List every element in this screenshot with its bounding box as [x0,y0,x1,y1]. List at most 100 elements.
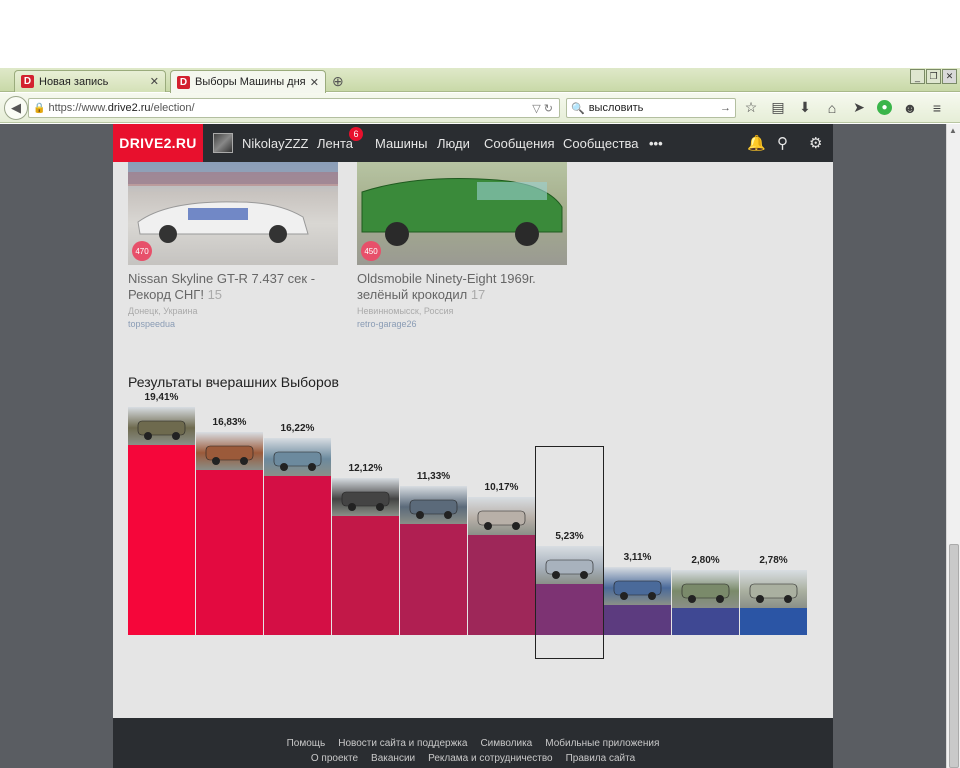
tab-label: Выборы Машины дня [195,76,306,88]
bar-percent-label: 16,22% [280,423,315,435]
download-icon[interactable]: ⬇ [796,99,814,116]
username-link[interactable]: NikolayZZZ [242,136,308,151]
car-owner-link[interactable]: topspeedua [128,319,338,329]
bar-percent-label: 10,17% [484,482,519,494]
result-bar[interactable]: 10,17% [468,399,535,639]
dropdown-reload-icon[interactable]: ▽ ↻ [532,102,553,115]
nav-cars[interactable]: Машины [375,136,427,151]
result-bar[interactable]: 12,12% [332,399,399,639]
extension-icon[interactable]: ● [877,100,892,115]
user-avatar[interactable] [213,133,233,153]
close-tab-icon[interactable]: ✕ [150,75,159,88]
footer-link[interactable]: Новости сайта и поддержка [338,738,467,749]
car-thumbnail[interactable] [740,569,807,608]
car-thumbnail[interactable] [672,569,739,608]
scrollbar-thumb[interactable] [949,544,959,768]
drive2-favicon-icon: D [177,75,190,89]
bar-fill[interactable] [128,445,195,635]
nav-messages[interactable]: Сообщения [484,136,555,151]
car-thumbnail[interactable] [196,432,263,471]
selected-bar-outline [535,445,604,659]
close-tab-icon[interactable]: ✕ [310,76,319,89]
car-card[interactable]: 470 Nissan Skyline GT-R 7.437 сек - Реко… [128,162,338,329]
footer-link[interactable]: Мобильные приложения [545,738,659,749]
bar-fill[interactable] [332,516,399,635]
scroll-up-arrow-icon[interactable]: ▲ [949,126,957,135]
feed-badge: 6 [349,127,363,141]
search-go-arrow-icon[interactable]: → [720,102,731,114]
close-window-icon[interactable]: ✕ [942,69,957,84]
car-thumbnail[interactable] [604,566,671,605]
bar-fill[interactable] [468,535,535,635]
tab-election[interactable]: D Выборы Машины дня ✕ [170,70,326,93]
site-logo[interactable]: DRIVE2.RU [113,124,203,162]
bookmark-star-icon[interactable]: ☆ [742,99,760,116]
url-text: https://www.drive2.ru/election/ [48,102,195,114]
car-owner-link[interactable]: retro-garage26 [357,319,567,329]
nav-communities[interactable]: Сообщества [563,136,639,151]
footer-link[interactable]: Правила сайта [566,753,636,764]
bell-icon[interactable]: 🔔 [747,134,766,152]
comment-count-badge: 470 [132,241,152,261]
car-title[interactable]: Nissan Skyline GT-R 7.437 сек - Рекорд С… [128,271,338,303]
nav-more[interactable]: ••• [649,136,663,151]
car-card[interactable]: 450 Oldsmobile Ninety-Eight 1969г. зелён… [357,162,567,329]
search-icon[interactable]: ⚲ [777,134,788,152]
footer-row-2: О проекте Вакансии Реклама и сотрудничес… [113,753,833,764]
footer-link[interactable]: Помощь [287,738,326,749]
back-arrow-icon[interactable]: ◀ [4,96,28,120]
footer-link[interactable]: Реклама и сотрудничество [428,753,552,764]
bar-fill[interactable] [264,476,331,635]
bar-percent-label: 2,80% [691,554,720,566]
results-title: Результаты вчерашних Выборов [128,374,339,390]
page-scrollbar[interactable]: ▲ [946,124,960,768]
site-header: DRIVE2.RU NikolayZZZ Лента 6 Машины Люди… [113,124,833,162]
bar-fill[interactable] [672,607,739,635]
result-bar[interactable]: 2,78% [740,399,807,639]
car-location: Донецк, Украина [128,306,198,316]
tab-new-post[interactable]: D Новая запись ✕ [14,70,166,92]
car-thumbnail[interactable] [332,478,399,517]
maximize-icon[interactable]: ❐ [926,69,941,84]
minimize-icon[interactable]: _ [910,69,925,84]
car-thumbnail[interactable] [468,497,535,536]
car-photo-drawing [128,162,338,243]
footer-link[interactable]: О проекте [311,753,358,764]
nav-feed[interactable]: Лента [317,136,353,151]
car-thumbnail[interactable] [400,486,467,525]
toolbar-icons: ☆ ▤ ⬇ ⌂ ➤ ● ☻ ≡ [742,99,946,116]
url-bar[interactable]: 🔒 https://www.drive2.ru/election/ ▽ ↻ [28,98,560,118]
tab-label: Новая запись [39,75,109,88]
bar-fill[interactable] [400,524,467,635]
browser-nav-bar: ◀ 🔒 https://www.drive2.ru/election/ ▽ ↻ … [0,93,960,123]
footer-link[interactable]: Вакансии [371,753,415,764]
bar-percent-label: 12,12% [348,463,383,475]
bar-percent-label: 19,41% [144,392,179,403]
new-tab-plus-icon[interactable]: ⊕ [332,73,344,90]
car-photo[interactable]: 450 [357,162,567,265]
chat-icon[interactable]: ☻ [901,100,919,116]
car-thumbnail[interactable] [128,407,195,445]
result-bar[interactable]: 11,33% [400,399,467,639]
footer-link[interactable]: Символика [480,738,532,749]
bar-fill[interactable] [740,607,807,635]
car-thumbnail[interactable] [264,438,331,477]
nav-people[interactable]: Люди [437,136,470,151]
menu-icon[interactable]: ≡ [928,100,946,116]
search-bar[interactable]: 🔍 высловить → [566,98,736,118]
result-bar[interactable]: 16,83% [196,399,263,639]
search-input[interactable]: высловить [589,102,720,114]
result-bar[interactable]: 2,80% [672,399,739,639]
send-icon[interactable]: ➤ [850,99,868,116]
car-photo[interactable]: 470 [128,162,338,265]
car-title[interactable]: Oldsmobile Ninety-Eight 1969г. зелёный к… [357,271,567,303]
car-photo-drawing [361,178,563,246]
bar-fill[interactable] [196,470,263,635]
result-bar[interactable]: 16,22% [264,399,331,639]
home-icon[interactable]: ⌂ [823,100,841,116]
gear-icon[interactable]: ⚙ [809,134,822,152]
bar-fill[interactable] [604,604,671,635]
result-bar[interactable]: 19,41% [128,392,195,639]
result-bar[interactable]: 3,11% [604,399,671,639]
clipboard-icon[interactable]: ▤ [769,99,787,116]
